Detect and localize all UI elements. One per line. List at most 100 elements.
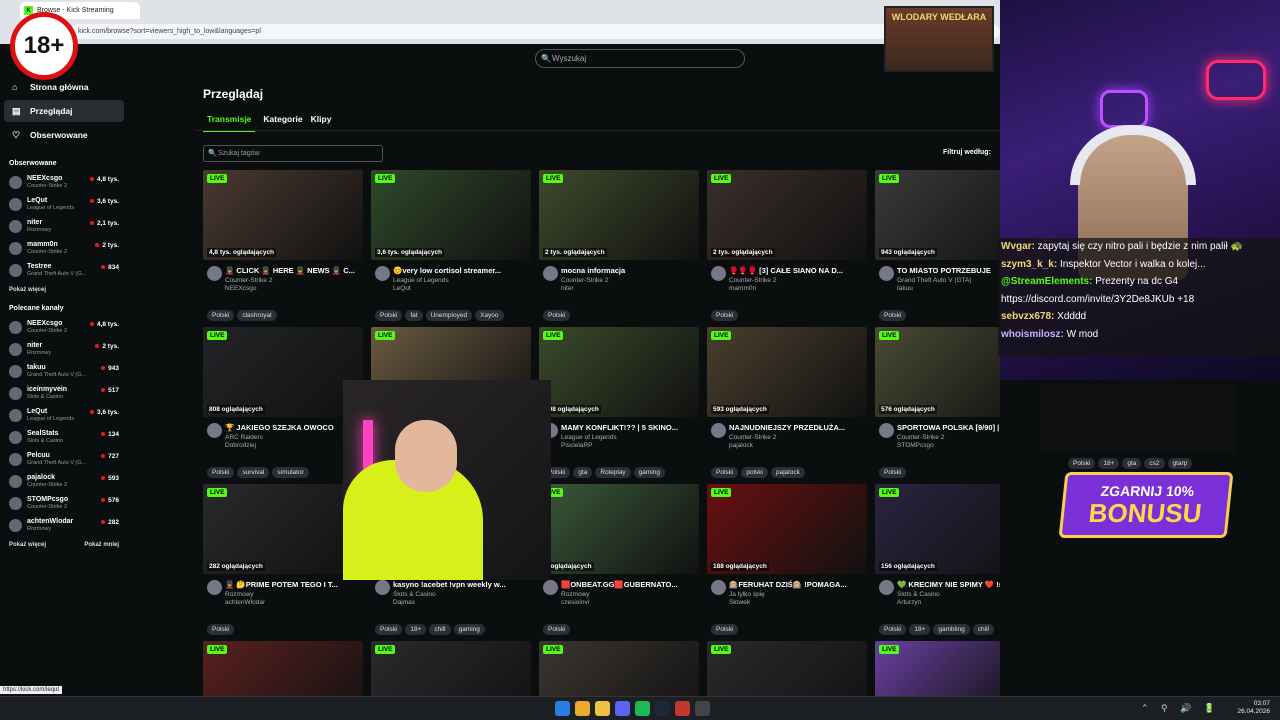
tag-pill[interactable]: 18+ [909, 624, 931, 635]
tag-pill[interactable]: Polski [543, 624, 571, 635]
stream-title[interactable]: 💚 KRECIMY NIE SPIMY ❤️ !st... [897, 580, 1000, 589]
stream-card[interactable]: LIVE 943 oglądających TO MIASTO POTRZEBUJE… [875, 170, 1000, 321]
stream-category[interactable]: League of Legends [561, 434, 699, 441]
stream-username[interactable]: NEEXcsgo [225, 285, 363, 292]
stream-category[interactable]: Slots & Casino [897, 591, 1000, 598]
stream-category[interactable]: Counter-Strike 2 [729, 277, 867, 284]
stream-card[interactable]: LIVE [539, 641, 699, 696]
stream-card[interactable]: LIVE [875, 641, 1000, 696]
stream-card[interactable]: LIVE 188 oglądających 🎰FERUHAT DZIŚ🎰 !POMA… [707, 484, 867, 635]
sidebar-channel[interactable]: takuu Grand Theft Auto V (G... 943 [0, 360, 128, 382]
stream-thumbnail[interactable]: LIVE 2 tys. oglądających [707, 170, 867, 260]
tag-pill[interactable]: Roleplay [595, 467, 631, 478]
stream-category[interactable]: Counter-Strike 2 [561, 277, 699, 284]
avatar[interactable] [879, 423, 894, 438]
recommended-show-less[interactable]: Pokaż mniej [84, 542, 119, 548]
sidebar-channel[interactable]: iceinmyvein Slots & Casino 517 [0, 382, 128, 404]
stream-category[interactable]: Counter-Strike 2 [897, 434, 1000, 441]
recommended-show-more[interactable]: Pokaż więcej [9, 542, 46, 548]
stream-thumbnail[interactable]: LIVE 282 oglądających [203, 484, 363, 574]
tag-search-input[interactable]: 🔍 Szukaj tagów [203, 145, 383, 162]
steam-icon[interactable] [655, 701, 670, 716]
stream-username[interactable]: Dajmax [393, 599, 531, 606]
stream-category[interactable]: Slots & Casino [393, 591, 531, 598]
stream-thumbnail[interactable]: LIVE 188 oglądających [707, 484, 867, 574]
stream-username[interactable]: LeQut [393, 285, 531, 292]
stream-title[interactable]: 😊very low cortisol streamer... [393, 266, 531, 275]
stream-card[interactable]: LIVE 593 oglądających NAJNUDNIEJSZY PRZEDŁ… [707, 327, 867, 478]
stream-username[interactable]: pajalock [729, 442, 867, 449]
stream-username[interactable]: mamm0n [729, 285, 867, 292]
tag-pill[interactable]: Polski [879, 624, 907, 635]
clock[interactable]: 03:07 26.04.2026 [1237, 700, 1270, 716]
avatar[interactable] [711, 580, 726, 595]
stream-thumbnail[interactable]: LIVE 4,8 tys. oglądających [203, 170, 363, 260]
tag-pill[interactable]: Polski [375, 310, 403, 321]
stream-username[interactable]: takuu [897, 285, 1000, 292]
sidebar-channel[interactable]: NEEXcsgo Counter-Strike 2 4,8 tys. [0, 171, 128, 193]
stream-category[interactable]: Rozmowy [225, 591, 363, 598]
stream-card[interactable]: LIVE 282 oglądających 💂 🤔PRIME POTEM TEGO … [203, 484, 363, 635]
avatar[interactable] [543, 266, 558, 281]
tag-pill[interactable]: Polski [879, 310, 907, 321]
sidebar-channel[interactable]: pajalock Counter-Strike 2 593 [0, 470, 128, 492]
stream-category[interactable]: League of Legends [393, 277, 531, 284]
stream-title[interactable]: 🎰FERUHAT DZIŚ🎰 !POMAGA... [729, 580, 867, 589]
tag-pill[interactable]: gaming [453, 624, 485, 635]
avatar[interactable] [711, 423, 726, 438]
stream-card[interactable]: LIVE 2 tys. oglądających mocna informacja C… [539, 170, 699, 321]
tag-pill[interactable]: pajalock [770, 467, 805, 478]
stream-username[interactable]: Arturzyn [897, 599, 1000, 606]
stream-thumbnail[interactable]: LIVE [875, 641, 1000, 696]
stream-title[interactable]: SPORTOWA POLSKA [9/90] | !... [897, 423, 1000, 432]
stream-thumbnail[interactable]: LIVE [707, 641, 867, 696]
stream-title[interactable]: 🥊🥊🥊 [3] CAŁE SIANO NA D... [729, 266, 867, 275]
stream-title[interactable]: mocna informacja [561, 266, 699, 275]
nav-home[interactable]: ⌂ Strona główna [4, 76, 124, 98]
stream-title[interactable]: 💂 🤔PRIME POTEM TEGO I T... [225, 580, 363, 589]
folder-icon[interactable] [595, 701, 610, 716]
tag-pill[interactable]: clashroyal [237, 310, 277, 321]
app-icon[interactable] [695, 701, 710, 716]
stream-title[interactable]: 🟥ONBEAT.GG🟥GUBERNATO... [561, 580, 699, 589]
nav-browse[interactable]: ▤ Przeglądaj [4, 100, 124, 122]
tag-pill[interactable]: Polski [207, 624, 235, 635]
tag-pill[interactable]: Polski [207, 310, 235, 321]
stream-thumbnail[interactable]: LIVE 593 oglądających [707, 327, 867, 417]
filter-label[interactable]: Filtruj według: [943, 149, 991, 156]
stream-category[interactable]: Ja tylko śpię [729, 591, 867, 598]
nav-following[interactable]: ♡ Obserwowane [4, 124, 124, 146]
stream-category[interactable]: Counter-Strike 2 [225, 277, 363, 284]
tag-pill[interactable]: gambling [933, 624, 970, 635]
stream-card[interactable]: LIVE 808 oglądających MAMY KONFLIKT!?? | 5… [539, 327, 699, 478]
tag-pill[interactable]: chill [429, 624, 451, 635]
stream-category[interactable]: Rozmowy [561, 591, 699, 598]
avatar[interactable] [207, 580, 222, 595]
sidebar-channel[interactable]: achtenWlodar Rozmowy 282 [0, 514, 128, 536]
stream-thumbnail[interactable]: LIVE 943 oglądających [875, 170, 1000, 260]
stream-card[interactable]: LIVE 9 oglądających 🟥ONBEAT.GG🟥GUBERNATO..… [539, 484, 699, 635]
avatar[interactable] [711, 266, 726, 281]
sidebar-channel[interactable]: Pelcuu Grand Theft Auto V (G... 727 [0, 448, 128, 470]
stream-card[interactable]: LIVE [371, 641, 531, 696]
sidebar-channel[interactable]: SealStats Slots & Casino 134 [0, 426, 128, 448]
stream-card[interactable]: LIVE 156 oglądających 💚 KRECIMY NIE SPIMY … [875, 484, 1000, 635]
stream-thumbnail[interactable]: LIVE [539, 641, 699, 696]
tag-pill[interactable]: Polski [711, 624, 739, 635]
sidebar-channel[interactable]: niter Rozmowy 2 tys. [0, 338, 128, 360]
tag-pill[interactable]: Polski [711, 310, 739, 321]
avatar[interactable] [207, 423, 222, 438]
stream-title[interactable]: 💂 CLICK 💂 HERE 💂 NEWS 💂 C... [225, 266, 363, 275]
tag-pill[interactable]: simulator [272, 467, 309, 478]
stream-card[interactable]: LIVE 4,8 tys. oglądających 💂 CLICK 💂 HERE … [203, 170, 363, 321]
tag-pill[interactable]: survival [237, 467, 270, 478]
avatar[interactable] [879, 580, 894, 595]
stream-card[interactable]: LIVE 3,6 tys. oglądających 😊very low corti… [371, 170, 531, 321]
tag-pill[interactable]: 18+ [405, 624, 427, 635]
stream-thumbnail[interactable]: LIVE 576 oglądających [875, 327, 1000, 417]
avatar[interactable] [207, 266, 222, 281]
avatar[interactable] [375, 266, 390, 281]
stream-username[interactable]: STOMPcsgo [897, 442, 1000, 449]
stream-category[interactable]: Counter-Strike 2 [729, 434, 867, 441]
stream-card[interactable]: LIVE [203, 641, 363, 696]
